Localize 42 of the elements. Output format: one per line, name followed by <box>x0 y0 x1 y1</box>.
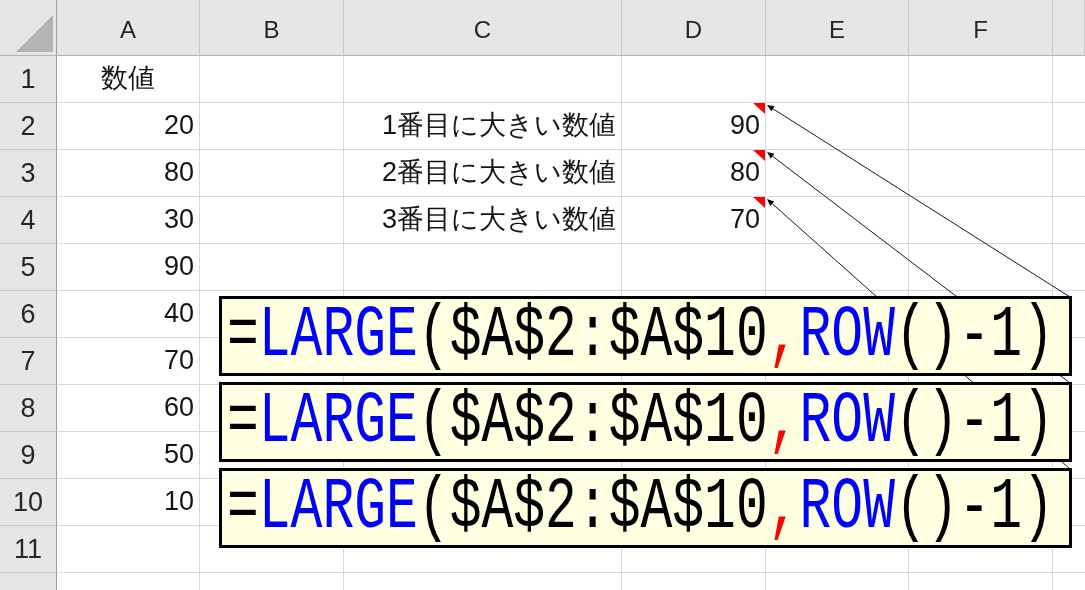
number-value: 20 <box>163 110 194 142</box>
formula-text: =LARGE($A$2:$A$10,ROW()-1) <box>227 385 1054 459</box>
result-value: 70 <box>729 204 760 236</box>
rank-label: 2番目に大きい数値 <box>381 157 616 189</box>
column-header[interactable]: D <box>622 0 766 56</box>
column-header[interactable]: F <box>909 0 1053 56</box>
column-title: 数値 <box>101 63 155 95</box>
row-header[interactable]: 2 <box>0 103 57 150</box>
column-header[interactable]: A <box>57 0 200 56</box>
number-value: 10 <box>163 486 194 518</box>
number-value: 40 <box>163 298 194 330</box>
number-value: 60 <box>163 392 194 424</box>
row-header[interactable]: 5 <box>0 244 57 291</box>
row-header[interactable]: 4 <box>0 197 57 244</box>
row-header[interactable]: 3 <box>0 150 57 197</box>
number-value: 30 <box>163 204 194 236</box>
row-header[interactable]: 1 <box>0 56 57 103</box>
number-value: 80 <box>163 157 194 189</box>
select-all-button[interactable] <box>0 0 57 56</box>
triangle-icon <box>16 15 53 52</box>
column-header[interactable]: E <box>766 0 909 56</box>
row-header[interactable]: 10 <box>0 479 57 526</box>
rank-label: 1番目に大きい数値 <box>381 110 616 142</box>
number-value: 90 <box>163 251 194 283</box>
column-header[interactable] <box>1053 0 1085 56</box>
number-value: 70 <box>163 345 194 377</box>
formula-text: =LARGE($A$2:$A$10,ROW()-1) <box>227 471 1054 545</box>
rank-label: 3番目に大きい数値 <box>381 204 616 236</box>
column-header[interactable]: C <box>344 0 622 56</box>
row-header[interactable]: 7 <box>0 338 57 385</box>
comment-marker-icon <box>753 150 765 161</box>
row-header[interactable]: 6 <box>0 291 57 338</box>
row-header[interactable]: 9 <box>0 432 57 479</box>
formula-text: =LARGE($A$2:$A$10,ROW()-1) <box>227 299 1054 373</box>
row-header[interactable]: 8 <box>0 385 57 432</box>
result-value: 90 <box>729 110 760 142</box>
comment-marker-icon <box>753 103 765 114</box>
row-header[interactable]: 11 <box>0 526 57 573</box>
number-value: 50 <box>163 439 194 471</box>
column-header[interactable]: B <box>200 0 344 56</box>
comment-marker-icon <box>753 197 765 208</box>
result-value: 80 <box>729 157 760 189</box>
